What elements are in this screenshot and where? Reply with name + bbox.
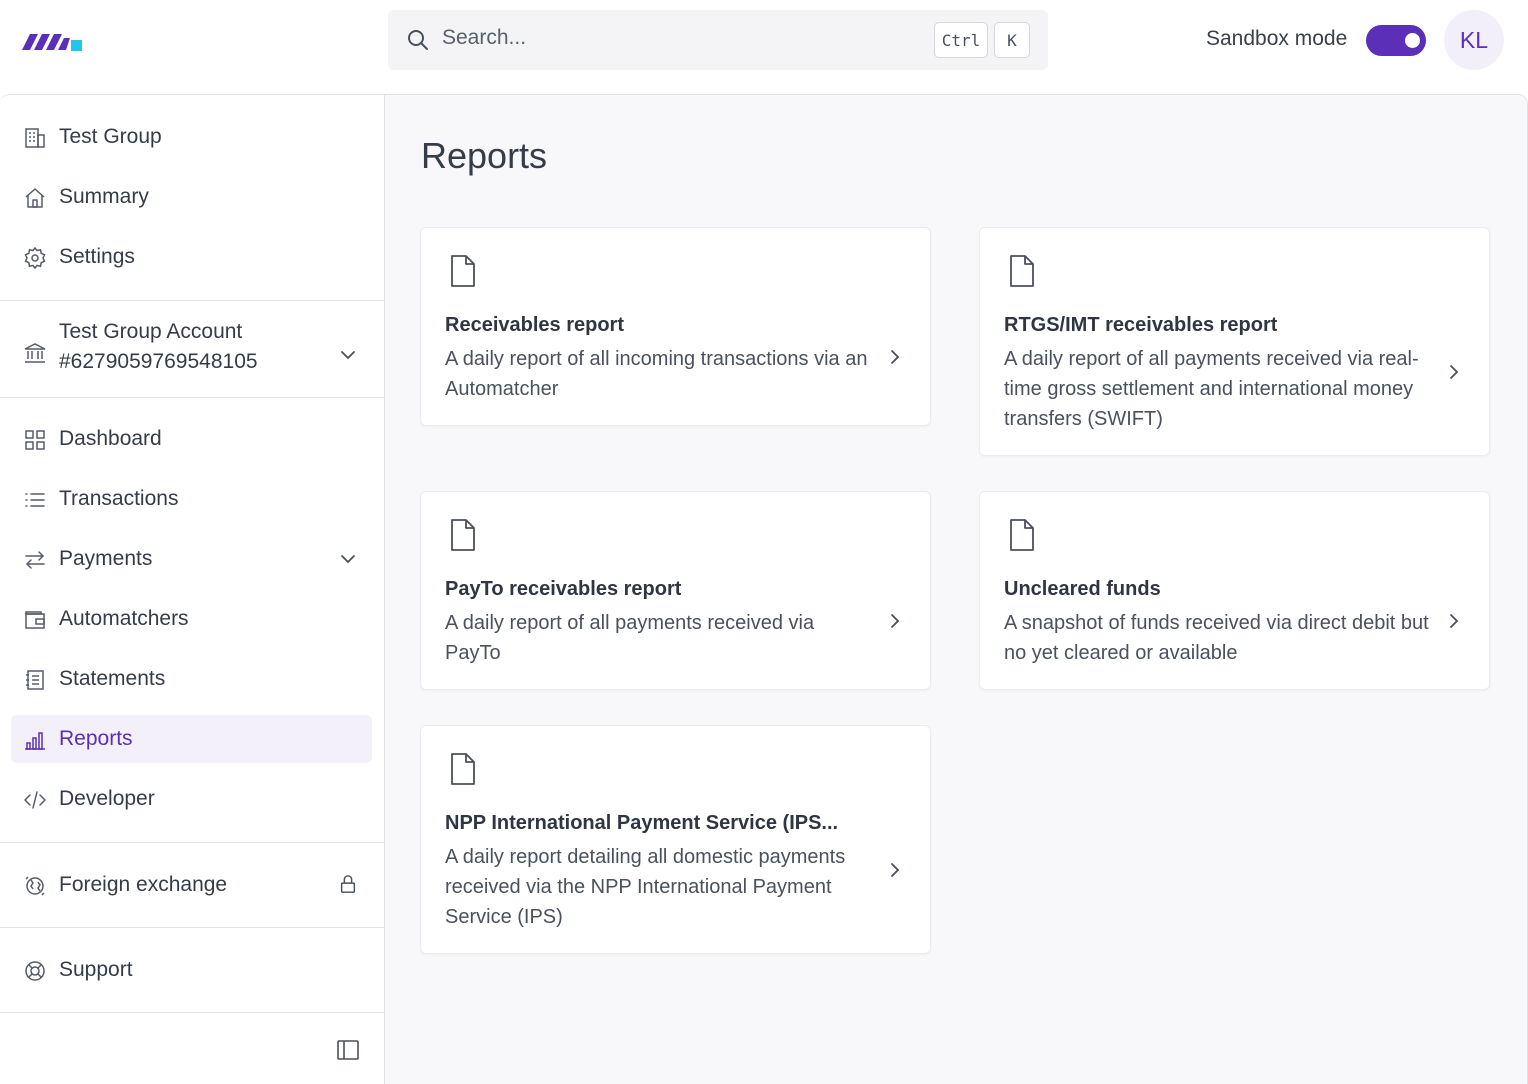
list-icon [25,493,45,507]
sandbox-mode-label: Sandbox mode [1206,27,1348,50]
sidebar-divider [0,1012,384,1013]
account-name: Test Group Account [59,320,243,343]
sidebar-item-settings[interactable]: Settings [11,233,372,281]
toggle-knob [1405,33,1420,48]
search-icon [408,30,428,50]
sandbox-mode-toggle[interactable] [1366,25,1426,56]
document-icon [1010,255,1034,287]
search-bar[interactable]: Search... Ctrl K [388,10,1048,70]
account-selector[interactable]: Test Group Account #6279059769548105 [11,303,372,395]
report-title: Receivables report [445,314,624,336]
document-icon [451,255,475,287]
sidebar-item-label: Foreign exchange [59,873,228,896]
sidebar-divider [0,842,384,843]
sidebar-divider [0,300,384,301]
report-title: NPP International Payment Service (IPS..… [445,812,839,834]
sidebar-item-label: Payments [59,547,153,570]
report-description: A daily report of all incoming transacti… [445,348,868,400]
main-content: Reports Receivables report A daily repor… [385,94,1528,1084]
bank-icon [24,343,46,363]
sidebar-item-label: Statements [59,667,166,690]
document-icon [1010,519,1034,551]
sidebar-item-dashboard[interactable]: Dashboard [11,415,372,463]
chevron-right-icon [891,863,900,877]
report-description: A daily report of all payments received … [1004,348,1419,430]
arrows-icon [25,551,45,569]
sidebar-item-statements[interactable]: Statements [11,655,372,703]
sidebar-item-label: Settings [59,245,135,268]
chevron-right-icon [891,614,900,628]
statement-icon [26,670,44,690]
sidebar-item-transactions[interactable]: Transactions [11,475,372,523]
chevron-down-icon [341,351,355,360]
report-description: A snapshot of funds received via direct … [1004,612,1429,664]
sidebar: Test Group Summary Settings Test Group A… [0,94,385,1084]
sidebar-divider [0,397,384,398]
shortcut-ctrl-key: Ctrl [934,22,988,58]
chevron-right-icon [1450,614,1459,628]
sidebar-item-payments[interactable]: Payments [11,535,372,583]
sidebar-item-summary[interactable]: Summary [11,173,372,221]
top-bar: Search... Ctrl K Sandbox mode KL [0,0,1528,94]
chevron-down-icon [341,555,355,564]
sidebar-item-label: Developer [59,787,155,810]
chevron-right-icon [891,350,900,364]
report-title: Uncleared funds [1004,578,1161,600]
report-card-uncleared-funds[interactable]: Uncleared funds A snapshot of funds rece… [979,491,1490,690]
lifebuoy-icon [25,961,45,981]
shortcut-k-key: K [994,22,1030,58]
document-icon [451,519,475,551]
bar-chart-icon [25,732,45,750]
report-description: A daily report of all payments received … [445,612,815,664]
sidebar-item-label: Support [59,958,133,981]
report-card-payto[interactable]: PayTo receivables report A daily report … [420,491,931,690]
sidebar-item-reports[interactable]: Reports [11,715,372,763]
user-avatar[interactable]: KL [1444,10,1504,70]
home-icon [25,188,45,208]
sidebar-item-label: Test Group [59,125,162,148]
sidebar-item-label: Dashboard [59,427,162,450]
sidebar-item-foreign-exchange[interactable]: Foreign exchange [11,861,372,909]
sidebar-item-support[interactable]: Support [11,946,372,994]
report-title: PayTo receivables report [445,578,682,600]
sidebar-item-automatchers[interactable]: Automatchers [11,595,372,643]
sidebar-divider [0,927,384,928]
gear-icon [24,246,46,270]
grid-icon [25,430,45,450]
sidebar-item-label: Reports [59,727,133,750]
wallet-icon [25,611,45,629]
lock-icon [340,875,356,893]
document-icon [451,753,475,785]
sidebar-item-developer[interactable]: Developer [11,775,372,823]
building-icon [25,128,45,148]
account-number: #6279059769548105 [59,350,258,373]
sidebar-item-label: Summary [59,185,149,208]
report-card-rtgs-imt[interactable]: RTGS/IMT receivables report A daily repo… [979,227,1490,456]
sidebar-item-test-group[interactable]: Test Group [11,113,372,161]
globe-icon [25,876,45,896]
report-title: RTGS/IMT receivables report [1004,314,1278,336]
code-icon [24,791,46,809]
report-description: A daily report detailing all domestic pa… [445,846,846,928]
report-card-npp-ips[interactable]: NPP International Payment Service (IPS..… [420,725,931,954]
chevron-right-icon [1450,365,1459,379]
search-input[interactable]: Search... [442,26,526,50]
sidebar-item-label: Automatchers [59,607,189,630]
sidebar-item-label: Transactions [59,487,179,510]
report-card-receivables[interactable]: Receivables report A daily report of all… [420,227,931,426]
brand-logo[interactable] [20,26,84,54]
page-title: Reports [421,135,548,176]
collapse-sidebar-icon[interactable] [336,1039,360,1061]
